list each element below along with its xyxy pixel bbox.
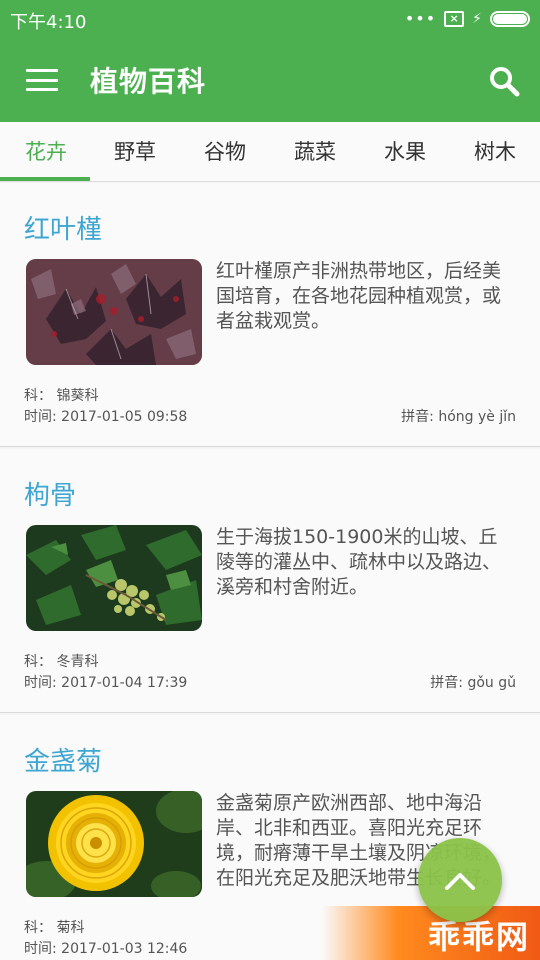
plant-card[interactable]: 红叶槿 红叶槿原产非洲热带地区，后经美国培育，在各地花园种植观赏，或者盆栽观赏。…: [0, 183, 540, 447]
plant-time: 时间: 2017-01-04 17:39: [24, 675, 188, 691]
plant-family: 科： 锦葵科: [24, 388, 99, 404]
plant-name: 枸骨: [24, 481, 77, 511]
plant-card[interactable]: 枸骨 生于海拔150-1900米的山坡、丘陵等的灌丛中、疏林中以及路边、溪旁和村…: [0, 449, 540, 713]
system-icons: ••• × ⚡: [405, 10, 530, 28]
no-sim-icon: ×: [444, 11, 465, 27]
app-bar: 植物百科: [0, 38, 540, 122]
chevron-up-icon: [445, 873, 475, 890]
plant-photo-holly: [26, 525, 202, 631]
plant-name: 金盏菊: [24, 747, 103, 777]
plant-pinyin: 拼音: gǒu gǔ: [430, 675, 516, 691]
plant-photo-marigold: [26, 791, 202, 897]
tab-grains[interactable]: 谷物: [180, 122, 270, 182]
plant-time: 时间: 2017-01-05 09:58: [24, 409, 188, 425]
plant-family: 科： 冬青科: [24, 654, 99, 670]
signal-dots-icon: •••: [404, 9, 437, 28]
tab-vegetables[interactable]: 蔬菜: [270, 122, 360, 182]
plant-family: 科： 菊科: [24, 920, 85, 936]
plant-pinyin: 拼音: hóng yè jǐn: [401, 409, 516, 425]
plant-time: 时间: 2017-01-03 12:46: [24, 941, 188, 957]
tab-weeds[interactable]: 野草: [90, 122, 180, 182]
search-icon[interactable]: [488, 65, 520, 97]
status-time: 下午4:10: [10, 12, 87, 33]
tab-trees[interactable]: 树木: [450, 122, 540, 182]
plant-photo-red-leaf-hibiscus: [26, 259, 202, 365]
tab-flowers[interactable]: 花卉: [0, 122, 92, 182]
active-tab-indicator: [0, 177, 90, 181]
tab-fruits[interactable]: 水果: [360, 122, 450, 182]
site-watermark: 乖乖网: [322, 906, 540, 960]
battery-icon: [490, 11, 530, 27]
app-title: 植物百科: [90, 65, 207, 98]
menu-icon[interactable]: [26, 69, 58, 91]
plant-description: 生于海拔150-1900米的山坡、丘陵等的灌丛中、疏林中以及路边、溪旁和村舍附近…: [216, 526, 502, 598]
category-tabs: 花卉 野草 谷物 蔬菜 水果 树木: [0, 122, 540, 182]
status-bar: 下午4:10 ••• × ⚡: [0, 0, 540, 38]
scroll-top-button[interactable]: [418, 838, 502, 922]
plant-description: 红叶槿原产非洲热带地区，后经美国培育，在各地花园种植观赏，或者盆栽观赏。: [216, 260, 502, 332]
plant-name: 红叶槿: [24, 215, 103, 245]
charging-icon: ⚡: [472, 11, 482, 27]
